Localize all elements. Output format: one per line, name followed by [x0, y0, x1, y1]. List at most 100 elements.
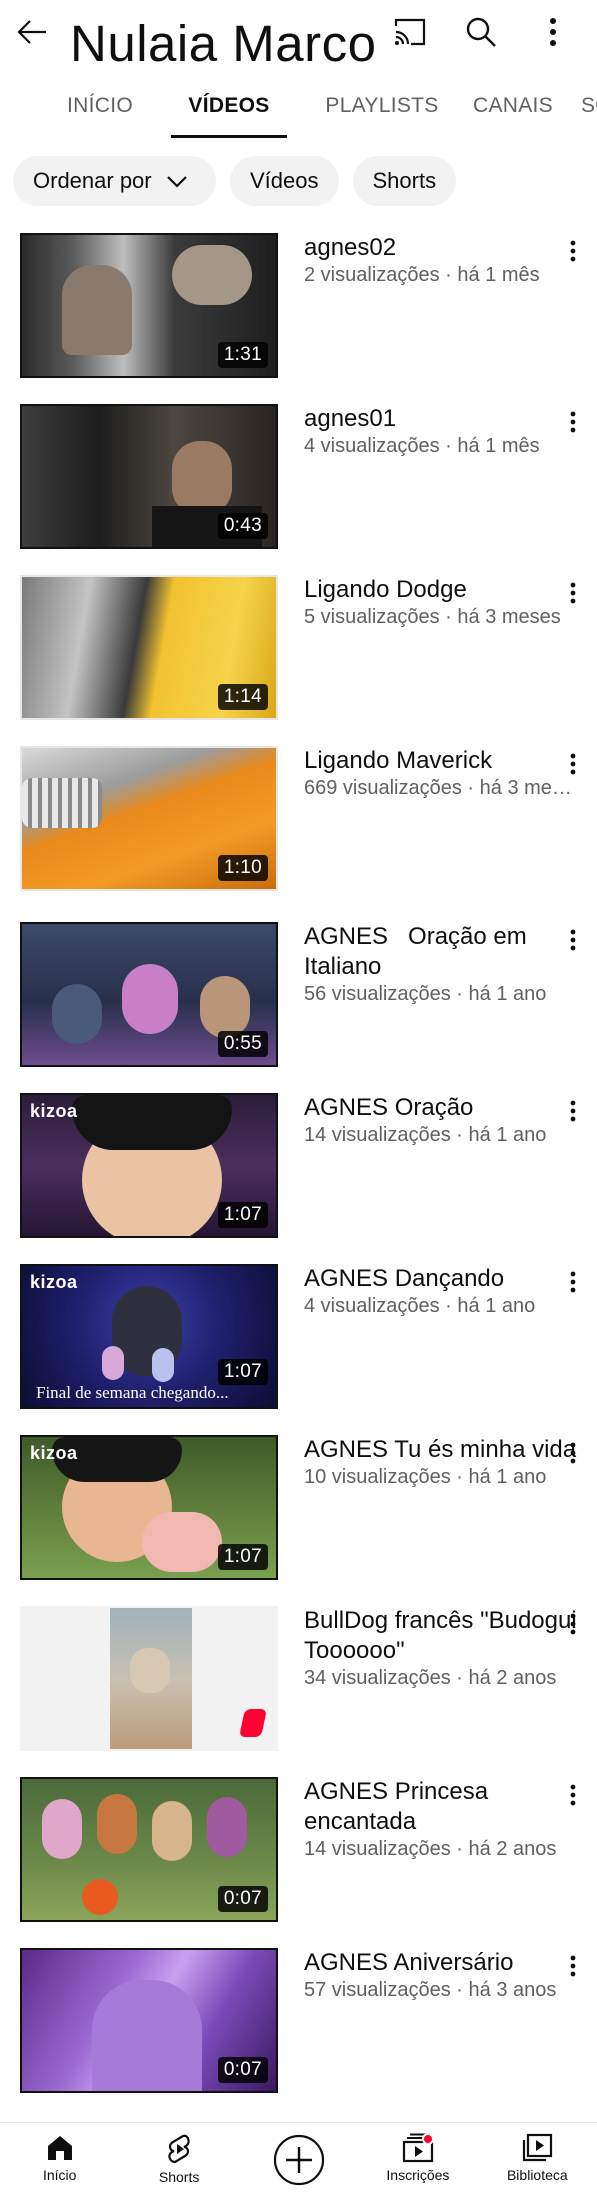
video-thumbnail[interactable]: 1:10 — [20, 746, 278, 891]
nav-library-label: Biblioteca — [506, 2167, 568, 2183]
video-info: AGNES Aniversário 57 visualizações · há … — [304, 1948, 580, 2002]
video-item[interactable]: kizoa 1:07 AGNES Tu és minha vida 10 vis… — [0, 1435, 597, 1585]
video-item[interactable]: BullDog francês "Budogui Toooooo" 34 vis… — [0, 1606, 597, 1756]
video-menu-button[interactable] — [561, 1608, 585, 1640]
video-meta: 4 visualizações · há 1 mês — [304, 435, 540, 457]
video-title[interactable]: AGNES Oração — [304, 1093, 580, 1123]
more-options-button[interactable] — [533, 12, 573, 52]
video-thumbnail[interactable]: kizoa 1:07 — [20, 1435, 278, 1580]
tab-canais[interactable]: CANAIS — [463, 74, 563, 138]
video-menu-button[interactable] — [561, 748, 585, 780]
tab-playlists[interactable]: PLAYLISTS — [307, 74, 457, 138]
video-meta: 2 visualizações · há 1 mês — [304, 264, 540, 286]
sort-chip[interactable]: Ordenar por — [13, 156, 216, 206]
video-title[interactable]: AGNES Dançando — [304, 1264, 580, 1294]
video-meta: 14 visualizações · há 1 ano — [304, 1124, 547, 1146]
kizoa-watermark: kizoa — [30, 1272, 78, 1292]
more-vert-icon — [570, 411, 576, 433]
more-vert-icon — [570, 582, 576, 604]
nav-shorts[interactable]: Shorts — [119, 2123, 238, 2197]
cast-icon — [394, 18, 426, 46]
nav-library[interactable]: Biblioteca — [478, 2123, 597, 2197]
video-thumbnail[interactable]: 1:31 — [20, 233, 278, 378]
video-menu-button[interactable] — [561, 924, 585, 956]
video-info: Ligando Dodge 5 visualizações · há 3 mes… — [304, 575, 580, 629]
video-duration: 0:43 — [217, 513, 268, 539]
video-thumbnail[interactable]: 0:07 — [20, 1948, 278, 2093]
video-item[interactable]: 0:07 AGNES Princesa encantada 14 visuali… — [0, 1777, 597, 1927]
video-info: Ligando Maverick 669 visualizações · há … — [304, 746, 580, 800]
video-menu-button[interactable] — [561, 1266, 585, 1298]
video-info: BullDog francês "Budogui Toooooo" 34 vis… — [304, 1606, 580, 1690]
video-menu-button[interactable] — [561, 1437, 585, 1469]
video-menu-button[interactable] — [561, 1950, 585, 1982]
video-title[interactable]: agnes02 — [304, 233, 580, 263]
video-thumbnail[interactable]: 0:07 — [20, 1777, 278, 1922]
bottom-navigation: Início Shorts Inscrições Biblioteca — [0, 2122, 597, 2197]
more-vert-icon — [570, 1613, 576, 1635]
video-title[interactable]: AGNES Princesa encantada — [304, 1777, 580, 1837]
video-title[interactable]: Ligando Dodge — [304, 575, 580, 605]
video-item[interactable]: 1:10 Ligando Maverick 669 visualizações … — [0, 746, 597, 896]
library-icon — [523, 2133, 553, 2162]
video-item[interactable]: 0:07 AGNES Aniversário 57 visualizações … — [0, 1948, 597, 2098]
video-duration: 1:07 — [217, 1359, 268, 1385]
video-item[interactable]: 0:55 AGNES Oração em Italiano 56 visuali… — [0, 922, 597, 1072]
tab-sobre[interactable]: SOBRE — [577, 74, 597, 138]
video-menu-button[interactable] — [561, 406, 585, 438]
more-vert-icon — [570, 1784, 576, 1806]
video-title[interactable]: AGNES Aniversário — [304, 1948, 580, 1978]
cast-button[interactable] — [390, 12, 430, 52]
sort-chip-label: Ordenar por — [33, 168, 152, 193]
video-thumbnail[interactable]: 1:14 — [20, 575, 278, 720]
tab-videos[interactable]: VÍDEOS — [171, 74, 287, 138]
video-thumbnail[interactable] — [20, 1606, 278, 1751]
video-menu-button[interactable] — [561, 1095, 585, 1127]
search-button[interactable] — [461, 12, 501, 52]
video-item[interactable]: 1:14 Ligando Dodge 5 visualizações · há … — [0, 575, 597, 725]
video-title[interactable]: BullDog francês "Budogui Toooooo" — [304, 1606, 580, 1666]
video-duration: 1:14 — [217, 684, 268, 710]
video-thumbnail[interactable]: 0:43 — [20, 404, 278, 549]
video-item[interactable]: kizoa 1:07 AGNES Oração 14 visualizações… — [0, 1093, 597, 1243]
video-info: AGNES Oração em Italiano 56 visualizaçõe… — [304, 922, 580, 1006]
shorts-chip[interactable]: Shorts — [352, 156, 457, 206]
video-menu-button[interactable] — [561, 235, 585, 267]
videos-chip[interactable]: Vídeos — [230, 156, 339, 206]
video-title[interactable]: Ligando Maverick — [304, 746, 580, 776]
video-duration: 1:10 — [217, 855, 268, 881]
video-duration: 0:07 — [217, 2057, 268, 2083]
nav-create[interactable] — [239, 2123, 358, 2197]
chevron-down-icon — [166, 176, 187, 188]
video-thumbnail[interactable]: kizoa Final de semana chegando... 1:07 — [20, 1264, 278, 1409]
back-button[interactable] — [14, 14, 50, 50]
video-info: agnes01 4 visualizações · há 1 mês — [304, 404, 580, 458]
video-item[interactable]: kizoa Final de semana chegando... 1:07 A… — [0, 1264, 597, 1414]
more-vert-icon — [570, 1100, 576, 1122]
nav-home[interactable]: Início — [0, 2123, 119, 2197]
video-title[interactable]: agnes01 — [304, 404, 580, 434]
video-menu-button[interactable] — [561, 1779, 585, 1811]
video-info: agnes02 2 visualizações · há 1 mês — [304, 233, 580, 287]
video-title[interactable]: AGNES Tu és minha vida — [304, 1435, 580, 1465]
nav-subscriptions[interactable]: Inscrições — [358, 2123, 477, 2197]
video-meta: 669 visualizações · há 3 meses — [304, 777, 580, 799]
channel-header: Nulaia Marco — [0, 0, 597, 72]
video-meta: 5 visualizações · há 3 meses — [304, 606, 561, 628]
video-item[interactable]: 1:31 agnes02 2 visualizações · há 1 mês — [0, 233, 597, 383]
video-info: AGNES Tu és minha vida 10 visualizações … — [304, 1435, 580, 1489]
kizoa-watermark: kizoa — [30, 1101, 78, 1121]
create-icon — [273, 2134, 324, 2186]
video-duration: 1:07 — [217, 1544, 268, 1570]
nav-subscriptions-label: Inscrições — [386, 2167, 450, 2183]
video-duration: 1:07 — [217, 1202, 268, 1228]
video-thumbnail[interactable]: 0:55 — [20, 922, 278, 1067]
back-arrow-icon — [17, 20, 46, 44]
tab-inicio[interactable]: INÍCIO — [40, 74, 160, 138]
video-title[interactable]: AGNES Oração em Italiano — [304, 922, 580, 982]
video-menu-button[interactable] — [561, 577, 585, 609]
more-vert-icon — [550, 18, 556, 46]
nav-shorts-label: Shorts — [158, 2169, 200, 2185]
video-thumbnail[interactable]: kizoa 1:07 — [20, 1093, 278, 1238]
video-item[interactable]: 0:43 agnes01 4 visualizações · há 1 mês — [0, 404, 597, 554]
